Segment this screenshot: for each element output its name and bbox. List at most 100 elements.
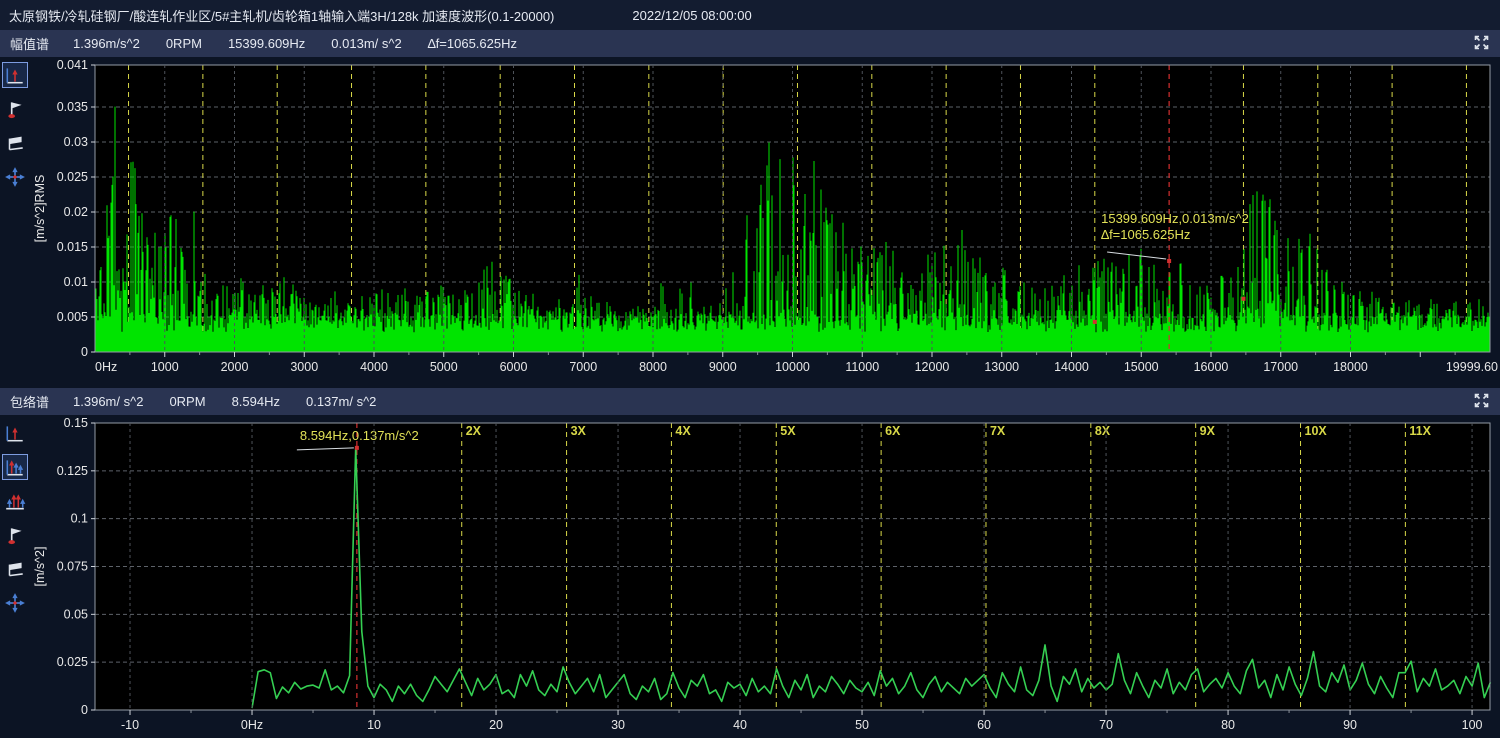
harmonic-label: 11X [1409,424,1431,438]
single-cursor-icon [4,422,26,444]
envelope-toolbar [0,415,30,738]
axis-tick-label: 16000 [1194,360,1229,374]
cursor-annotation: 15399.609Hz,0.013m/s^2 [1101,211,1249,226]
harmonic-label: 6X [885,424,901,438]
axis-tick-label: 10 [367,718,381,732]
sideband-marker[interactable] [1093,320,1097,324]
overall-rms-value: 1.396m/ s^2 [73,394,143,409]
cursor-amplitude-value: 0.137m/ s^2 [306,394,376,409]
amplitude-panel-title: 幅值谱 [10,34,49,53]
axis-tick-label: 1000 [151,360,179,374]
cursor-marker[interactable] [355,446,359,450]
cursor-marker[interactable] [1167,259,1171,263]
axis-tick-label: 90 [1343,718,1357,732]
axis-tick-label: 30 [611,718,625,732]
axis-tick-label: 40 [733,718,747,732]
band-marker-button[interactable] [2,130,28,156]
envelope-panel-header: 包络谱 1.396m/ s^2 0RPM 8.594Hz 0.137m/ s^2 [0,388,1500,415]
harmonic-cursor-icon [4,456,26,478]
rpm-value: 0RPM [169,394,205,409]
axis-tick-label: 0 [81,345,88,359]
amplitude-chart-area: 15399.609Hz,0.013m/s^2∆f=1065.625Hz 0Hz 10… [30,57,1500,388]
axis-tick-label: 0.01 [64,275,88,289]
axis-tick-label: 0 [81,703,88,717]
axis-tick-label: 0.125 [57,464,88,478]
delta-f-annotation: ∆f=1065.625Hz [1101,227,1190,242]
axis-tick-label: 0.005 [57,310,88,324]
harmonic-label: 8X [1095,424,1111,438]
title-bar: 太原钢铁/冷轧硅钢厂/酸连轧作业区/5#主轧机/齿轮箱1轴输入端3H/128k … [0,0,1500,30]
sideband-marker[interactable] [1241,297,1245,301]
axis-tick-label: 100 [1462,718,1483,732]
axis-tick-label: 80 [1221,718,1235,732]
axis-tick-label: 11000 [845,360,879,374]
vibration-analysis-app: 太原钢铁/冷轧硅钢厂/酸连轧作业区/5#主轧机/齿轮箱1轴输入端3H/128k … [0,0,1500,738]
axis-tick-label: 0.015 [57,240,88,254]
expand-icon [1473,392,1490,412]
axis-tick-label: 0.03 [64,135,88,149]
axis-tick-label: 0Hz [95,360,117,374]
flag-marker-button[interactable] [2,522,28,548]
rpm-value: 0RPM [166,36,202,51]
single-cursor-button[interactable] [2,420,28,446]
amplitude-toolbar [0,57,30,388]
expand-button[interactable] [1471,34,1491,54]
flag-marker-button[interactable] [2,96,28,122]
y-axis-title: [m/s^2] [33,547,47,587]
x-axis-end-label: 19999.60 [1446,360,1498,374]
flag-marker-icon [4,524,26,546]
axis-tick-label: 12000 [915,360,950,374]
axis-tick-label: 0.02 [64,205,88,219]
harmonic-label: 9X [1200,424,1216,438]
axis-tick-label: 2000 [221,360,249,374]
harmonic-label: 10X [1305,424,1328,438]
axis-tick-label: 18000 [1333,360,1368,374]
axis-tick-label: 60 [977,718,991,732]
axis-tick-label: 0.075 [57,560,88,574]
axis-tick-label: 10000 [775,360,810,374]
amplitude-panel-body: 15399.609Hz,0.013m/s^2∆f=1065.625Hz 0Hz 10… [0,57,1500,388]
axis-tick-label: 4000 [360,360,388,374]
pan-move-icon [4,166,26,188]
axis-tick-label: 6000 [500,360,528,374]
measurement-datetime: 2022/12/05 08:00:00 [632,8,751,23]
axis-tick-label: 15000 [1124,360,1159,374]
harmonic-label: 7X [990,424,1006,438]
expand-button[interactable] [1471,392,1491,412]
amplitude-panel-header: 幅值谱 1.396m/s^2 0RPM 15399.609Hz 0.013m/ … [0,30,1500,57]
axis-tick-label: 0.025 [57,170,88,184]
axis-tick-label: 9000 [709,360,737,374]
axis-tick-label: 0.15 [64,416,88,430]
y-axis-title: [m/s^2]RMS [33,175,47,243]
axis-tick-label: 17000 [1263,360,1298,374]
axis-tick-label: 5000 [430,360,458,374]
overall-rms-value: 1.396m/s^2 [73,36,140,51]
axis-tick-label: 0Hz [241,718,263,732]
axis-tick-label: 0.025 [57,655,88,669]
cursor-frequency-value: 8.594Hz [232,394,280,409]
harmonic-cursor-button[interactable] [2,454,28,480]
single-cursor-icon [4,64,26,86]
single-cursor-button[interactable] [2,62,28,88]
axis-tick-label: 0.05 [64,607,88,621]
sideband-cursor-button[interactable] [2,488,28,514]
axis-tick-label: 0.1 [71,512,88,526]
band-marker-icon [4,558,26,580]
envelope-spectrum-chart[interactable]: 2X3X4X5X6X7X8X9X10X11X8.594Hz,0.137m/s^2… [30,415,1500,738]
cursor-frequency-value: 15399.609Hz [228,36,305,51]
cursor-annotation: 8.594Hz,0.137m/s^2 [300,428,419,443]
harmonic-label: 4X [675,424,691,438]
pan-move-button[interactable] [2,590,28,616]
cursor-amplitude-value: 0.013m/ s^2 [331,36,401,51]
delta-f-value: ∆f=1065.625Hz [428,36,517,51]
measurement-path: 太原钢铁/冷轧硅钢厂/酸连轧作业区/5#主轧机/齿轮箱1轴输入端3H/128k … [9,6,554,25]
band-marker-button[interactable] [2,556,28,582]
pan-move-icon [4,592,26,614]
envelope-panel-body: 2X3X4X5X6X7X8X9X10X11X8.594Hz,0.137m/s^2… [0,415,1500,738]
pan-move-button[interactable] [2,164,28,190]
axis-tick-label: 50 [855,718,869,732]
axis-tick-label: 13000 [984,360,1019,374]
amplitude-spectrum-chart[interactable]: 15399.609Hz,0.013m/s^2∆f=1065.625Hz 0Hz 10… [30,57,1500,388]
axis-tick-label: -10 [121,718,139,732]
axis-tick-label: 0.041 [57,58,88,72]
